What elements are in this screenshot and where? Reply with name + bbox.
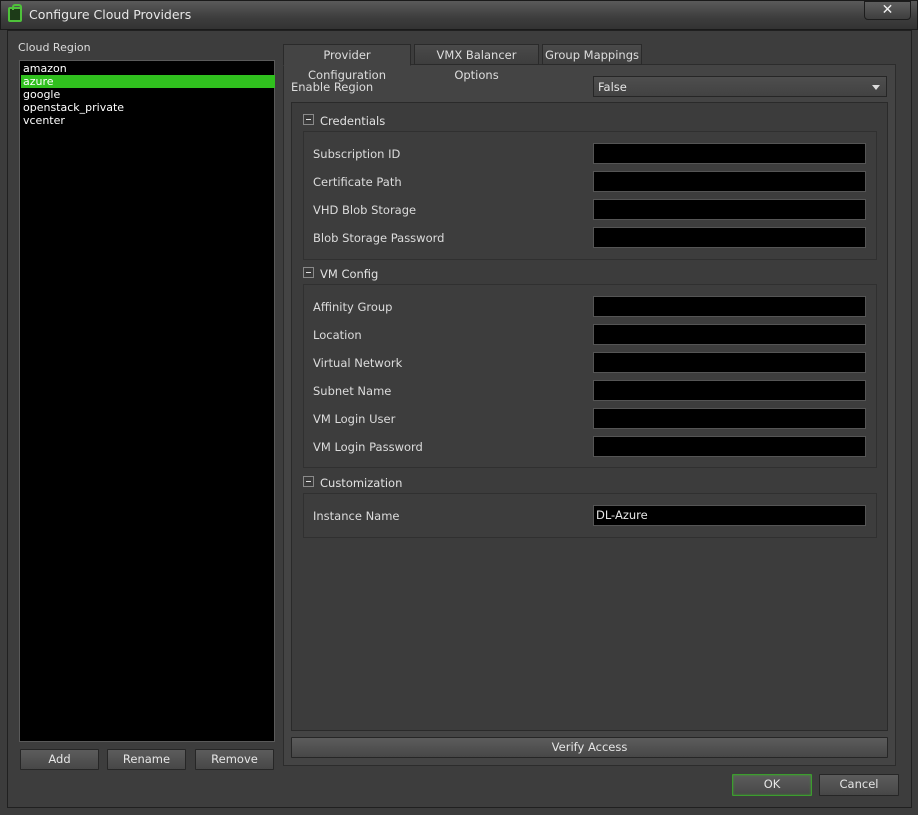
vhd-blob-storage-label: VHD Blob Storage (313, 203, 417, 217)
app-icon (8, 4, 22, 22)
tab-vmx-balancer-options[interactable]: VMX Balancer Options (414, 44, 539, 82)
rename-region-button[interactable]: Rename (107, 749, 186, 770)
vm-login-password-input[interactable] (593, 436, 866, 457)
virtual-network-label: Virtual Network (313, 356, 403, 370)
vm-login-user-label: VM Login User (313, 412, 396, 426)
subnet-name-input[interactable] (593, 380, 866, 401)
region-item-azure[interactable]: azure (21, 75, 275, 88)
affinity-group-input[interactable] (593, 296, 866, 317)
region-list[interactable]: amazon azure google openstack_private vc… (19, 60, 275, 742)
instance-name-label: Instance Name (313, 509, 400, 523)
region-item-google[interactable]: google (21, 88, 275, 101)
tab-group-mappings[interactable]: Group Mappings (542, 44, 642, 65)
close-button[interactable]: ✕ (864, 1, 911, 20)
subscription-id-label: Subscription ID (313, 147, 401, 161)
virtual-network-input[interactable] (593, 352, 866, 373)
cancel-button[interactable]: Cancel (819, 774, 899, 796)
certificate-path-label: Certificate Path (313, 175, 402, 189)
enable-region-value: False (598, 80, 627, 94)
collapse-vm-config-icon[interactable] (303, 267, 314, 278)
region-item-openstack-private[interactable]: openstack_private (21, 101, 275, 114)
instance-name-input[interactable]: DL-Azure (593, 505, 866, 526)
remove-region-button[interactable]: Remove (195, 749, 274, 770)
affinity-group-label: Affinity Group (313, 300, 393, 314)
add-region-button[interactable]: Add (20, 749, 99, 770)
vm-login-password-label: VM Login Password (313, 440, 423, 454)
vm-config-section-title: VM Config (320, 267, 379, 281)
region-item-vcenter[interactable]: vcenter (21, 114, 275, 127)
cloud-region-label: Cloud Region (18, 41, 91, 54)
tab-provider-configuration[interactable]: Provider Configuration (283, 44, 411, 82)
blob-storage-password-input[interactable] (593, 227, 866, 248)
customization-section-title: Customization (320, 476, 403, 490)
collapse-customization-icon[interactable] (303, 476, 314, 487)
vhd-blob-storage-input[interactable] (593, 199, 866, 220)
ok-button[interactable]: OK (732, 774, 812, 796)
verify-access-button[interactable]: Verify Access (291, 737, 888, 758)
blob-storage-password-label: Blob Storage Password (313, 231, 445, 245)
window-title: Configure Cloud Providers (29, 7, 192, 22)
certificate-path-input[interactable] (593, 171, 866, 192)
region-item-amazon[interactable]: amazon (21, 62, 275, 75)
subnet-name-label: Subnet Name (313, 384, 392, 398)
credentials-section-title: Credentials (320, 114, 386, 128)
enable-region-select[interactable]: False (593, 76, 887, 97)
subscription-id-input[interactable] (593, 143, 866, 164)
location-input[interactable] (593, 324, 866, 345)
collapse-credentials-icon[interactable] (303, 114, 314, 125)
chevron-down-icon (872, 85, 880, 90)
location-label: Location (313, 328, 362, 342)
vm-login-user-input[interactable] (593, 408, 866, 429)
